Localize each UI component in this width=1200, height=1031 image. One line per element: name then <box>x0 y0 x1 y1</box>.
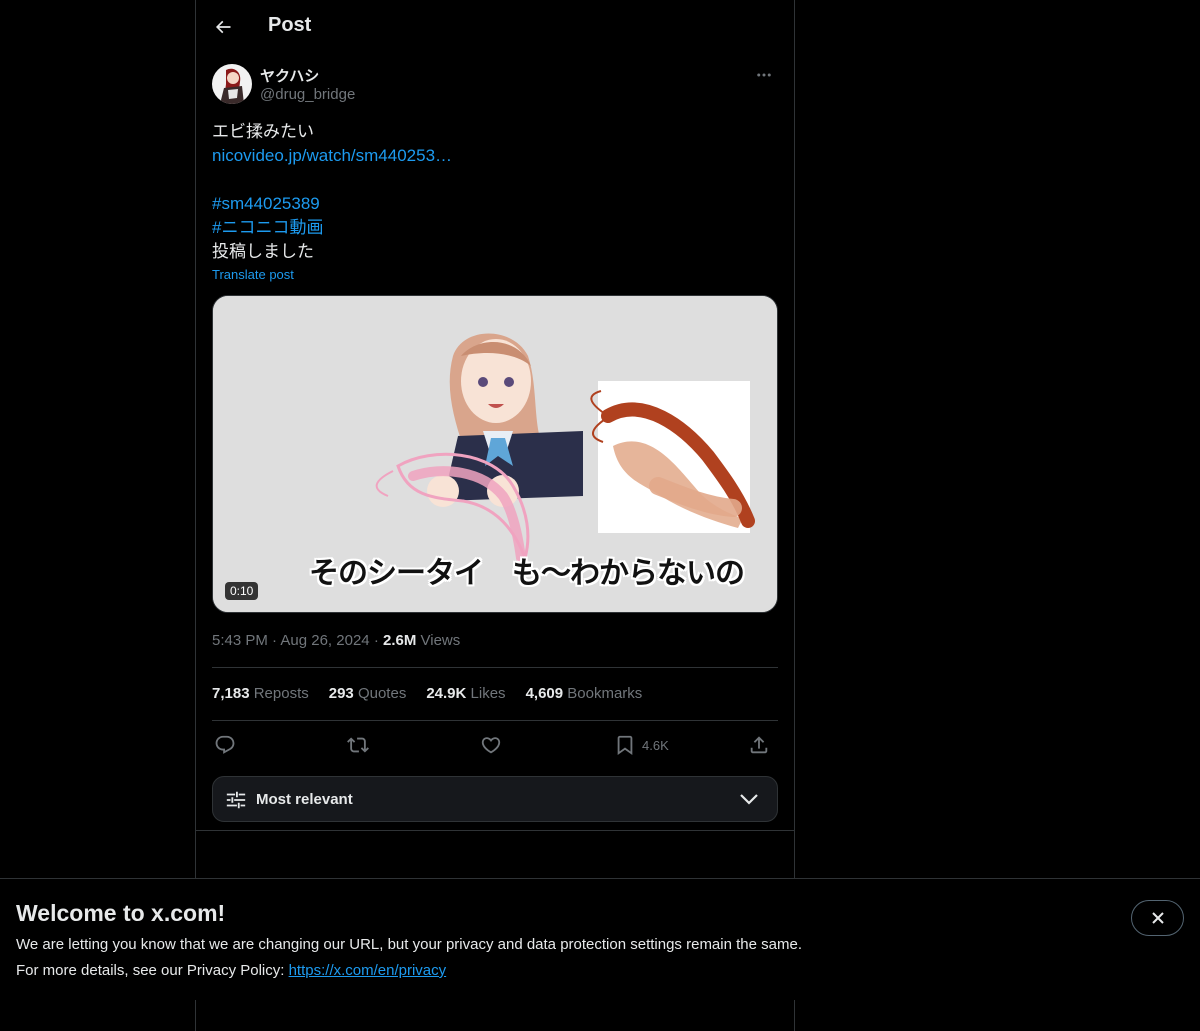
likes-label: Likes <box>470 685 506 702</box>
banner-details: For more details, see our Privacy Policy… <box>16 962 446 979</box>
close-banner-button[interactable] <box>1131 900 1184 936</box>
author-handle[interactable]: @drug_bridge <box>260 86 355 103</box>
reply-icon <box>215 735 235 754</box>
post-text-line: 投稿しました <box>212 242 314 261</box>
translate-post-link[interactable]: Translate post <box>212 267 294 282</box>
post-time[interactable]: 5:43 PM <box>212 632 268 649</box>
divider <box>212 667 778 668</box>
heart-icon <box>481 737 501 754</box>
views-label: Views <box>420 632 461 649</box>
banner-title: Welcome to x.com! <box>16 900 226 926</box>
repost-button[interactable] <box>347 731 369 759</box>
meta-separator: · <box>373 632 383 649</box>
sliders-icon <box>226 791 246 809</box>
likes-stat[interactable]: 24.9K Likes <box>426 685 505 702</box>
reposts-count: 7,183 <box>212 685 250 702</box>
views-count: 2.6M <box>382 632 417 649</box>
close-icon <box>1151 912 1164 924</box>
privacy-policy-link[interactable]: https://x.com/en/privacy <box>289 962 447 979</box>
post-author: ヤクハシ @drug_bridge <box>212 64 778 108</box>
more-options-button[interactable] <box>750 64 778 86</box>
chevron-down-icon <box>740 794 758 805</box>
post-date[interactable]: Aug 26, 2024 <box>280 632 369 649</box>
quotes-label: Quotes <box>357 685 407 702</box>
bookmarks-label: Bookmarks <box>567 685 643 702</box>
back-button[interactable] <box>208 12 238 42</box>
bookmarks-stat[interactable]: 4,609 Bookmarks <box>526 685 643 702</box>
more-dots-icon <box>757 73 771 77</box>
author-display-name[interactable]: ヤクハシ <box>260 65 319 86</box>
share-button[interactable] <box>748 731 770 759</box>
sort-label: Most relevant <box>256 791 353 808</box>
arrow-left-icon <box>215 20 231 34</box>
action-bar: 4.6K <box>212 731 778 759</box>
divider <box>212 720 778 721</box>
page-header: Post <box>196 0 794 53</box>
post-meta: 5:43 PM · Aug 26, 2024 · 2.6M Views <box>212 632 460 649</box>
bookmarks-count: 4,609 <box>525 685 564 702</box>
main-column: Post ヤクハシ @drug_bridge エビ揉みたい nicovideo.… <box>195 0 795 1031</box>
video-caption: そのシータイ も～わからないの <box>309 557 745 590</box>
banner-details-text: For more details, see our Privacy Policy… <box>16 962 289 979</box>
bookmark-count: 4.6K <box>642 737 669 753</box>
sort-replies-dropdown[interactable]: Most relevant <box>212 776 778 822</box>
quotes-stat[interactable]: 293 Quotes <box>329 685 407 702</box>
likes-count: 24.9K <box>426 685 467 702</box>
welcome-banner: Welcome to x.com! We are letting you kno… <box>0 878 1200 1000</box>
avatar[interactable] <box>212 64 252 104</box>
engagement-stats: 7,183 Reposts 293 Quotes 24.9K Likes 4,6… <box>212 685 642 702</box>
video-player[interactable]: そのシータイ も～わからないの 0:10 <box>212 295 778 613</box>
post-text-line: エビ揉みたい <box>212 122 314 141</box>
hashtag-link[interactable]: #ニコニコ動画 <box>212 216 778 240</box>
hashtag-link[interactable]: #sm44025389 <box>212 192 778 216</box>
divider <box>196 830 794 831</box>
post-link[interactable]: nicovideo.jp/watch/sm440253… <box>212 144 778 168</box>
bookmark-button[interactable]: 4.6K <box>614 731 669 759</box>
banner-message: We are letting you know that we are chan… <box>16 936 802 953</box>
video-duration-badge: 0:10 <box>225 582 259 600</box>
bookmark-icon <box>617 735 633 756</box>
reposts-label: Reposts <box>253 685 309 702</box>
like-button[interactable] <box>480 731 502 759</box>
post-body: エビ揉みたい nicovideo.jp/watch/sm440253… #sm4… <box>212 120 778 284</box>
page-title: Post <box>268 14 312 36</box>
share-icon <box>750 736 768 754</box>
reposts-stat[interactable]: 7,183 Reposts <box>212 685 309 702</box>
quotes-count: 293 <box>328 685 354 702</box>
repost-icon <box>347 737 369 753</box>
reply-button[interactable] <box>214 731 236 759</box>
